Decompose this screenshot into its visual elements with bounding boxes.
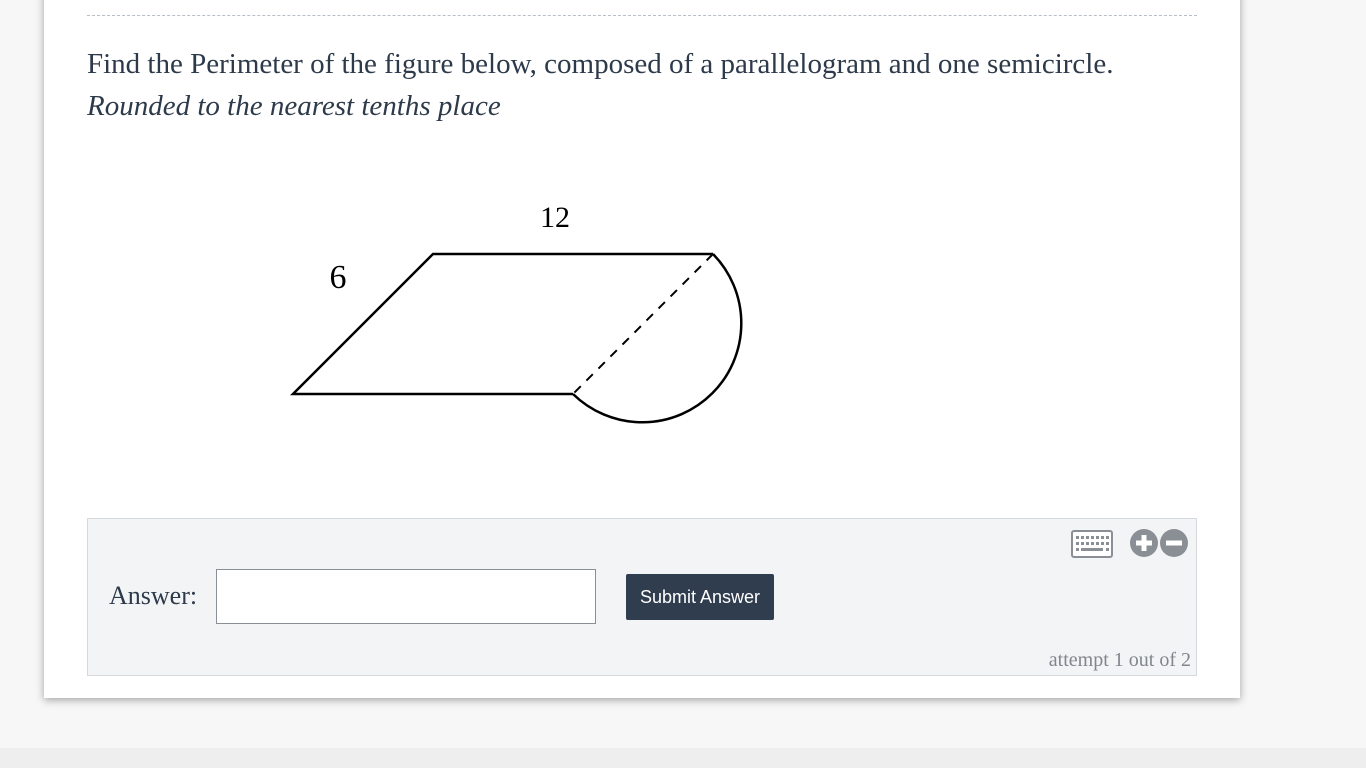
answer-label: Answer: [109,581,198,610]
label-top-side: 12 [540,201,570,234]
question-card: Find the Perimeter of the figure below, … [44,0,1240,698]
parallelogram-outline [289,252,713,396]
minus-circle-icon[interactable] [1159,528,1189,558]
keyboard-icon[interactable] [1071,530,1113,558]
figure-parallelogram-semicircle: 12 6 [289,201,743,424]
diameter-dashed-line [572,253,714,395]
semicircle-arc [572,253,743,424]
plus-circle-icon[interactable] [1129,528,1159,558]
submit-answer-button[interactable]: Submit Answer [626,574,774,620]
page-footer-strip [0,748,1366,768]
answer-panel: Answer: Submit Answer attempt 1 out of 2 [87,518,1197,676]
attempt-counter: attempt 1 out of 2 [1048,649,1191,671]
answer-input[interactable] [216,569,596,624]
label-slant-side: 6 [330,259,347,296]
